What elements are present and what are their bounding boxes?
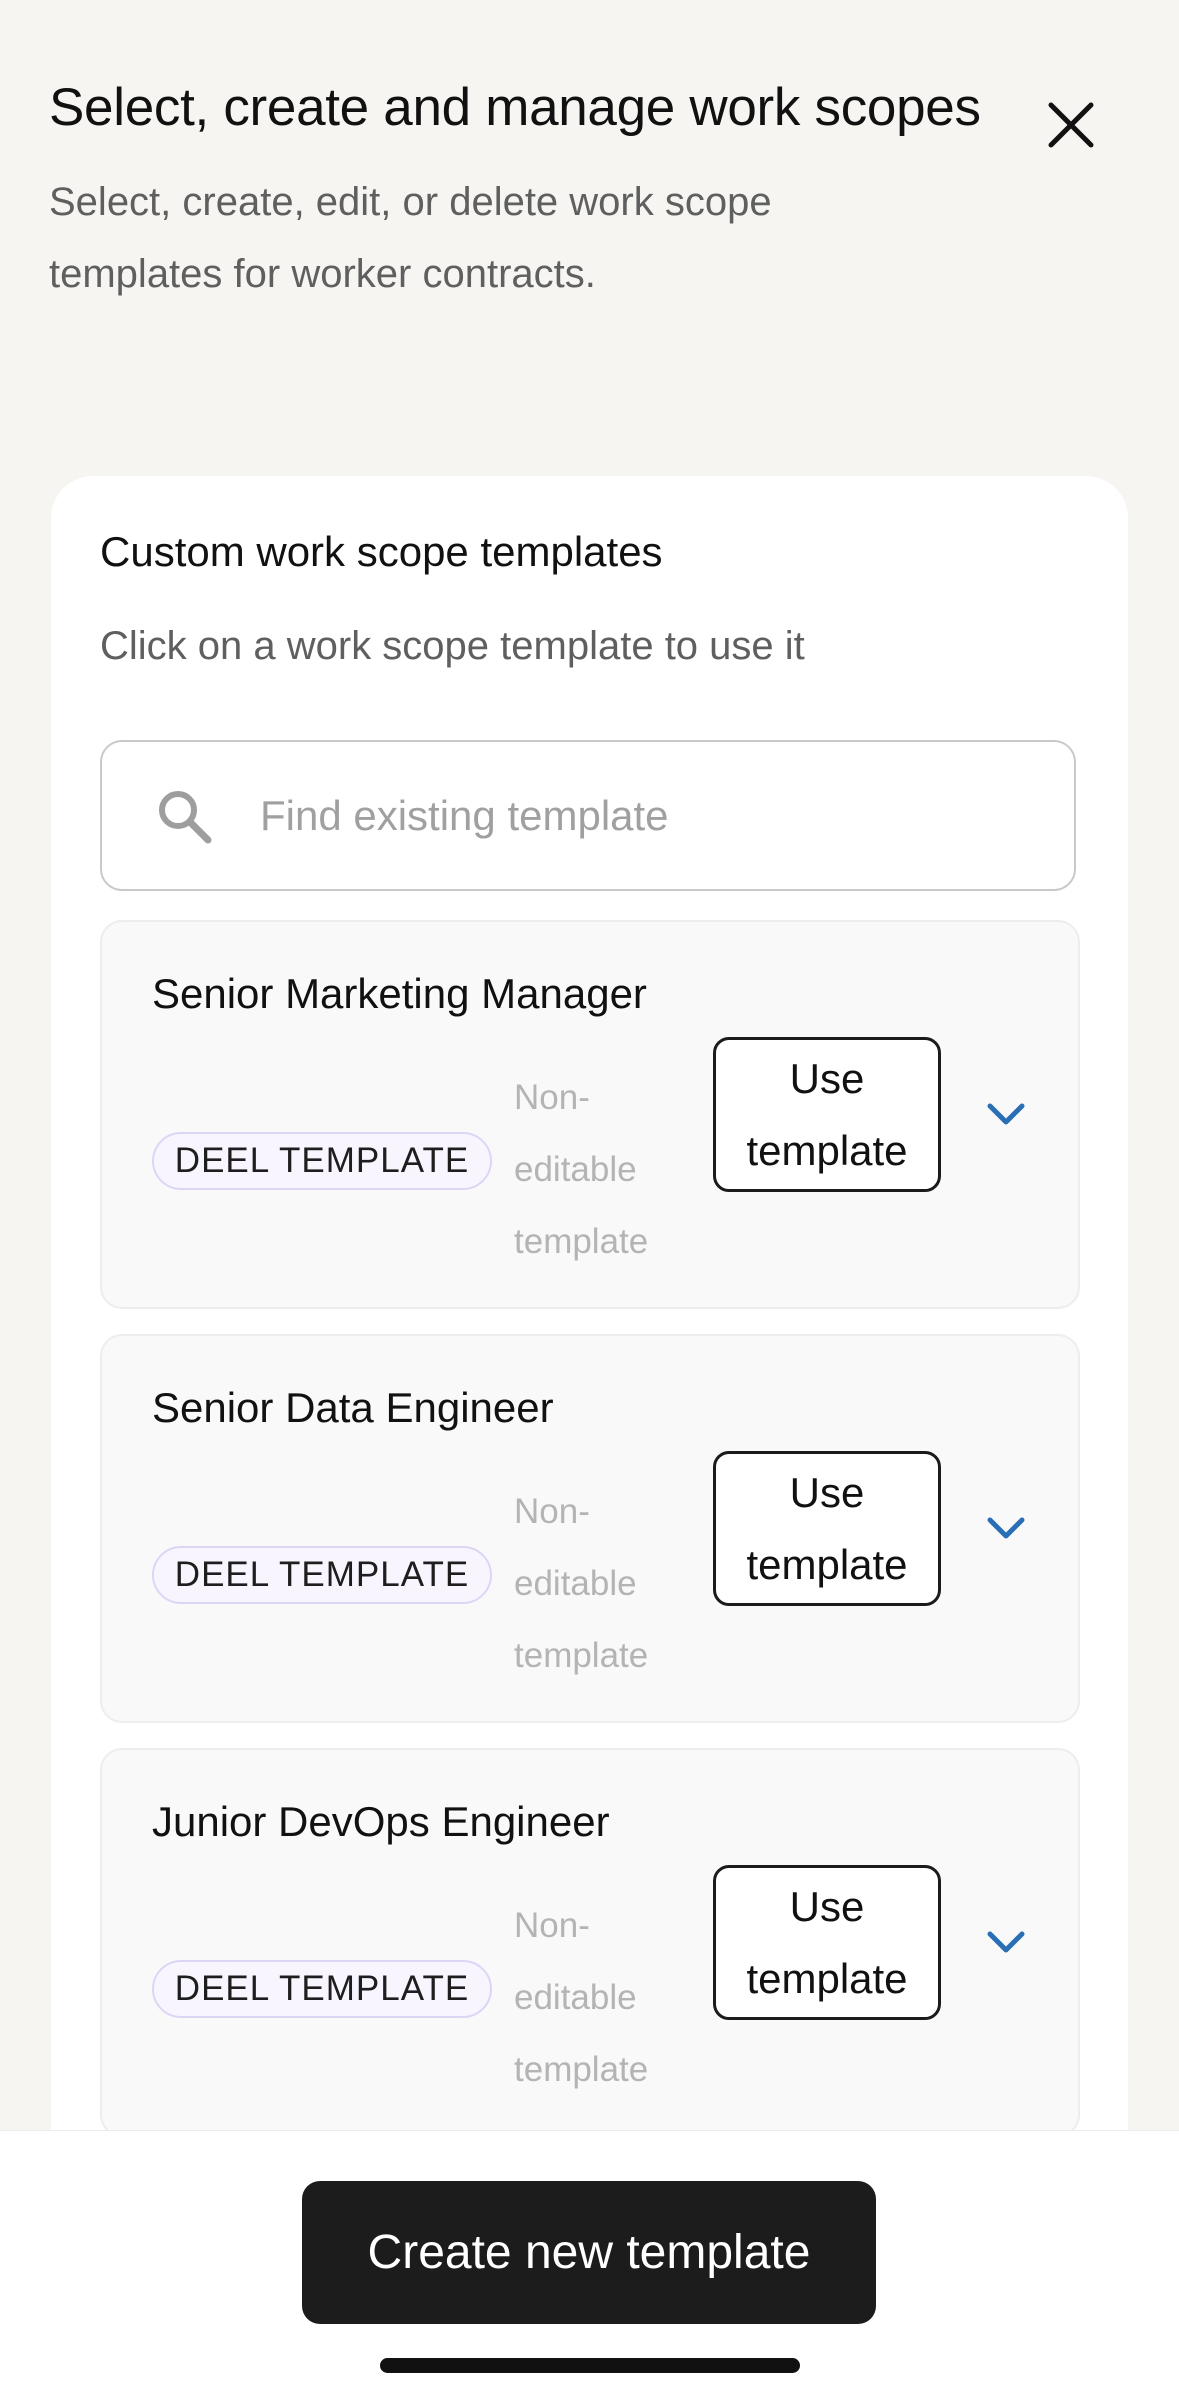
template-status: Non-editable template (514, 1492, 649, 1675)
template-item[interactable]: Senior Data Engineer DEEL TEMPLATE Non-e… (100, 1334, 1080, 1723)
close-button[interactable] (1030, 92, 1112, 158)
panel-subtitle: Click on a work scope template to use it (100, 624, 805, 668)
use-template-button[interactable]: Use template (713, 1865, 941, 2020)
search-icon (154, 786, 214, 846)
expand-button[interactable] (974, 1082, 1038, 1146)
expand-button[interactable] (974, 1910, 1038, 1974)
close-icon (1048, 102, 1094, 148)
chevron-down-icon (987, 1517, 1025, 1539)
template-name: Senior Marketing Manager (152, 970, 647, 1017)
home-indicator (380, 2358, 800, 2373)
search-box[interactable] (100, 740, 1076, 891)
templates-panel: Custom work scope templates Click on a w… (51, 476, 1128, 2256)
use-template-button[interactable]: Use template (713, 1451, 941, 1606)
panel-title: Custom work scope templates (100, 528, 663, 575)
template-name: Senior Data Engineer (152, 1384, 554, 1431)
page-subtitle: Select, create, edit, or delete work sco… (49, 180, 772, 296)
template-status: Non-editable template (514, 1906, 649, 2089)
search-input[interactable] (258, 790, 1022, 841)
modal-header: Select, create and manage work scopes Se… (49, 60, 1009, 310)
template-badge: DEEL TEMPLATE (152, 1546, 492, 1604)
template-status: Non-editable template (514, 1078, 649, 1261)
chevron-down-icon (987, 1931, 1025, 1953)
template-item[interactable]: Senior Marketing Manager DEEL TEMPLATE N… (100, 920, 1080, 1309)
use-template-button[interactable]: Use template (713, 1037, 941, 1192)
template-name: Junior DevOps Engineer (152, 1798, 610, 1845)
expand-button[interactable] (974, 1496, 1038, 1560)
footer-bar: Create new template (0, 2130, 1179, 2397)
create-template-button[interactable]: Create new template (302, 2181, 876, 2324)
template-item[interactable]: Junior DevOps Engineer DEEL TEMPLATE Non… (100, 1748, 1080, 2137)
chevron-down-icon (987, 1103, 1025, 1125)
template-badge: DEEL TEMPLATE (152, 1132, 492, 1190)
template-badge: DEEL TEMPLATE (152, 1960, 492, 2018)
page-title: Select, create and manage work scopes (49, 78, 981, 137)
